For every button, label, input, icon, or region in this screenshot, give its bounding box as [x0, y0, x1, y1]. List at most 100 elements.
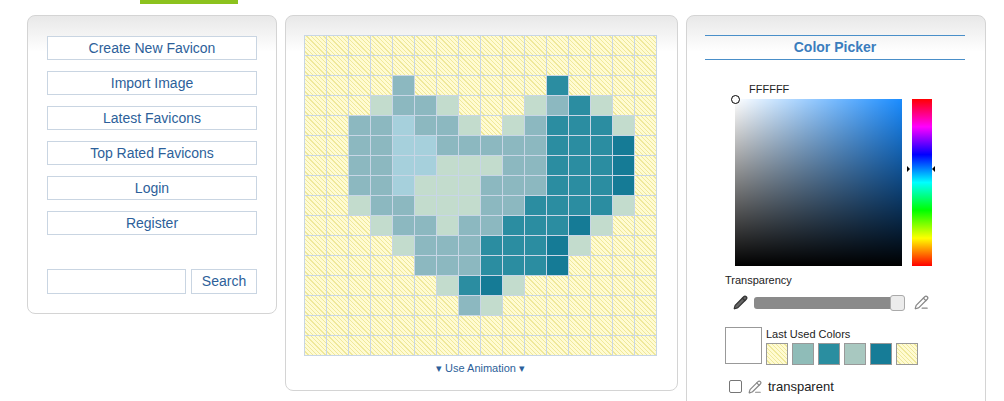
pixel-cell[interactable] — [591, 136, 612, 155]
pixel-cell[interactable] — [503, 256, 524, 275]
color-swatch[interactable] — [896, 343, 918, 365]
pixel-cell[interactable] — [371, 196, 392, 215]
pixel-cell[interactable] — [613, 296, 634, 315]
pixel-cell[interactable] — [327, 136, 348, 155]
pixel-cell[interactable] — [613, 236, 634, 255]
pixel-cell[interactable] — [569, 136, 590, 155]
pixel-cell[interactable] — [415, 216, 436, 235]
pixel-cell[interactable] — [569, 116, 590, 135]
pixel-cell[interactable] — [349, 336, 370, 355]
pixel-cell[interactable] — [547, 296, 568, 315]
pixel-cell[interactable] — [371, 296, 392, 315]
pixel-cell[interactable] — [371, 136, 392, 155]
pixel-cell[interactable] — [371, 116, 392, 135]
pixel-cell[interactable] — [569, 296, 590, 315]
pixel-cell[interactable] — [481, 296, 502, 315]
pixel-cell[interactable] — [503, 196, 524, 215]
pixel-cell[interactable] — [393, 136, 414, 155]
pixel-cell[interactable] — [459, 236, 480, 255]
pixel-cell[interactable] — [503, 176, 524, 195]
pixel-cell[interactable] — [591, 96, 612, 115]
pixel-cell[interactable] — [503, 276, 524, 295]
pixel-cell[interactable] — [547, 156, 568, 175]
pixel-cell[interactable] — [327, 296, 348, 315]
pixel-cell[interactable] — [569, 76, 590, 95]
pixel-cell[interactable] — [305, 56, 326, 75]
pixel-cell[interactable] — [547, 256, 568, 275]
pixel-cell[interactable] — [415, 296, 436, 315]
pixel-cell[interactable] — [525, 336, 546, 355]
pixel-cell[interactable] — [481, 176, 502, 195]
pixel-cell[interactable] — [569, 36, 590, 55]
pixel-cell[interactable] — [305, 296, 326, 315]
pixel-cell[interactable] — [305, 256, 326, 275]
pixel-cell[interactable] — [393, 176, 414, 195]
pixel-cell[interactable] — [591, 176, 612, 195]
pixel-cell[interactable] — [525, 276, 546, 295]
pixel-cell[interactable] — [503, 216, 524, 235]
pixel-cell[interactable] — [547, 116, 568, 135]
pixel-cell[interactable] — [305, 316, 326, 335]
pixel-cell[interactable] — [393, 296, 414, 315]
pixel-cell[interactable] — [525, 196, 546, 215]
pixel-cell[interactable] — [459, 296, 480, 315]
pixel-cell[interactable] — [459, 276, 480, 295]
pixel-cell[interactable] — [349, 316, 370, 335]
checkbox[interactable] — [729, 380, 742, 393]
menu-button[interactable]: Create New Favicon — [47, 36, 257, 60]
pixel-cell[interactable] — [459, 36, 480, 55]
pixel-cell[interactable] — [481, 56, 502, 75]
pixel-cell[interactable] — [481, 96, 502, 115]
pixel-cell[interactable] — [393, 56, 414, 75]
pixel-cell[interactable] — [613, 156, 634, 175]
pixel-cell[interactable] — [415, 176, 436, 195]
color-swatch[interactable] — [818, 343, 840, 365]
pixel-cell[interactable] — [503, 136, 524, 155]
pixel-cell[interactable] — [481, 76, 502, 95]
pixel-cell[interactable] — [459, 136, 480, 155]
pixel-cell[interactable] — [371, 36, 392, 55]
pixel-cell[interactable] — [459, 216, 480, 235]
pixel-cell[interactable] — [327, 256, 348, 275]
pixel-cell[interactable] — [635, 316, 656, 335]
pixel-cell[interactable] — [591, 296, 612, 315]
pixel-cell[interactable] — [503, 156, 524, 175]
search-button[interactable]: Search — [191, 269, 257, 294]
pixel-canvas[interactable] — [304, 35, 657, 356]
pixel-cell[interactable] — [327, 276, 348, 295]
pixel-cell[interactable] — [305, 76, 326, 95]
pixel-cell[interactable] — [635, 276, 656, 295]
pixel-cell[interactable] — [591, 196, 612, 215]
pixel-cell[interactable] — [415, 36, 436, 55]
pixel-cell[interactable] — [349, 216, 370, 235]
pixel-cell[interactable] — [327, 96, 348, 115]
pixel-cell[interactable] — [613, 96, 634, 115]
pixel-cell[interactable] — [525, 116, 546, 135]
pixel-cell[interactable] — [305, 196, 326, 215]
pixel-cell[interactable] — [569, 336, 590, 355]
saturation-square[interactable] — [735, 99, 902, 266]
pixel-cell[interactable] — [547, 336, 568, 355]
pixel-cell[interactable] — [327, 176, 348, 195]
pixel-cell[interactable] — [635, 256, 656, 275]
hue-arrow-icon[interactable] — [907, 166, 910, 172]
pixel-cell[interactable] — [525, 216, 546, 235]
pixel-cell[interactable] — [415, 276, 436, 295]
pixel-cell[interactable] — [349, 196, 370, 215]
pixel-cell[interactable] — [371, 316, 392, 335]
pixel-cell[interactable] — [525, 296, 546, 315]
pixel-cell[interactable] — [393, 316, 414, 335]
pixel-cell[interactable] — [393, 116, 414, 135]
pixel-cell[interactable] — [327, 216, 348, 235]
pixel-cell[interactable] — [525, 316, 546, 335]
pixel-cell[interactable] — [569, 176, 590, 195]
pixel-cell[interactable] — [525, 56, 546, 75]
pixel-cell[interactable] — [525, 36, 546, 55]
pixel-cell[interactable] — [393, 236, 414, 255]
pixel-cell[interactable] — [437, 216, 458, 235]
pixel-cell[interactable] — [415, 156, 436, 175]
pixel-cell[interactable] — [481, 116, 502, 135]
pixel-cell[interactable] — [613, 316, 634, 335]
pixel-cell[interactable] — [371, 336, 392, 355]
pixel-cell[interactable] — [393, 96, 414, 115]
